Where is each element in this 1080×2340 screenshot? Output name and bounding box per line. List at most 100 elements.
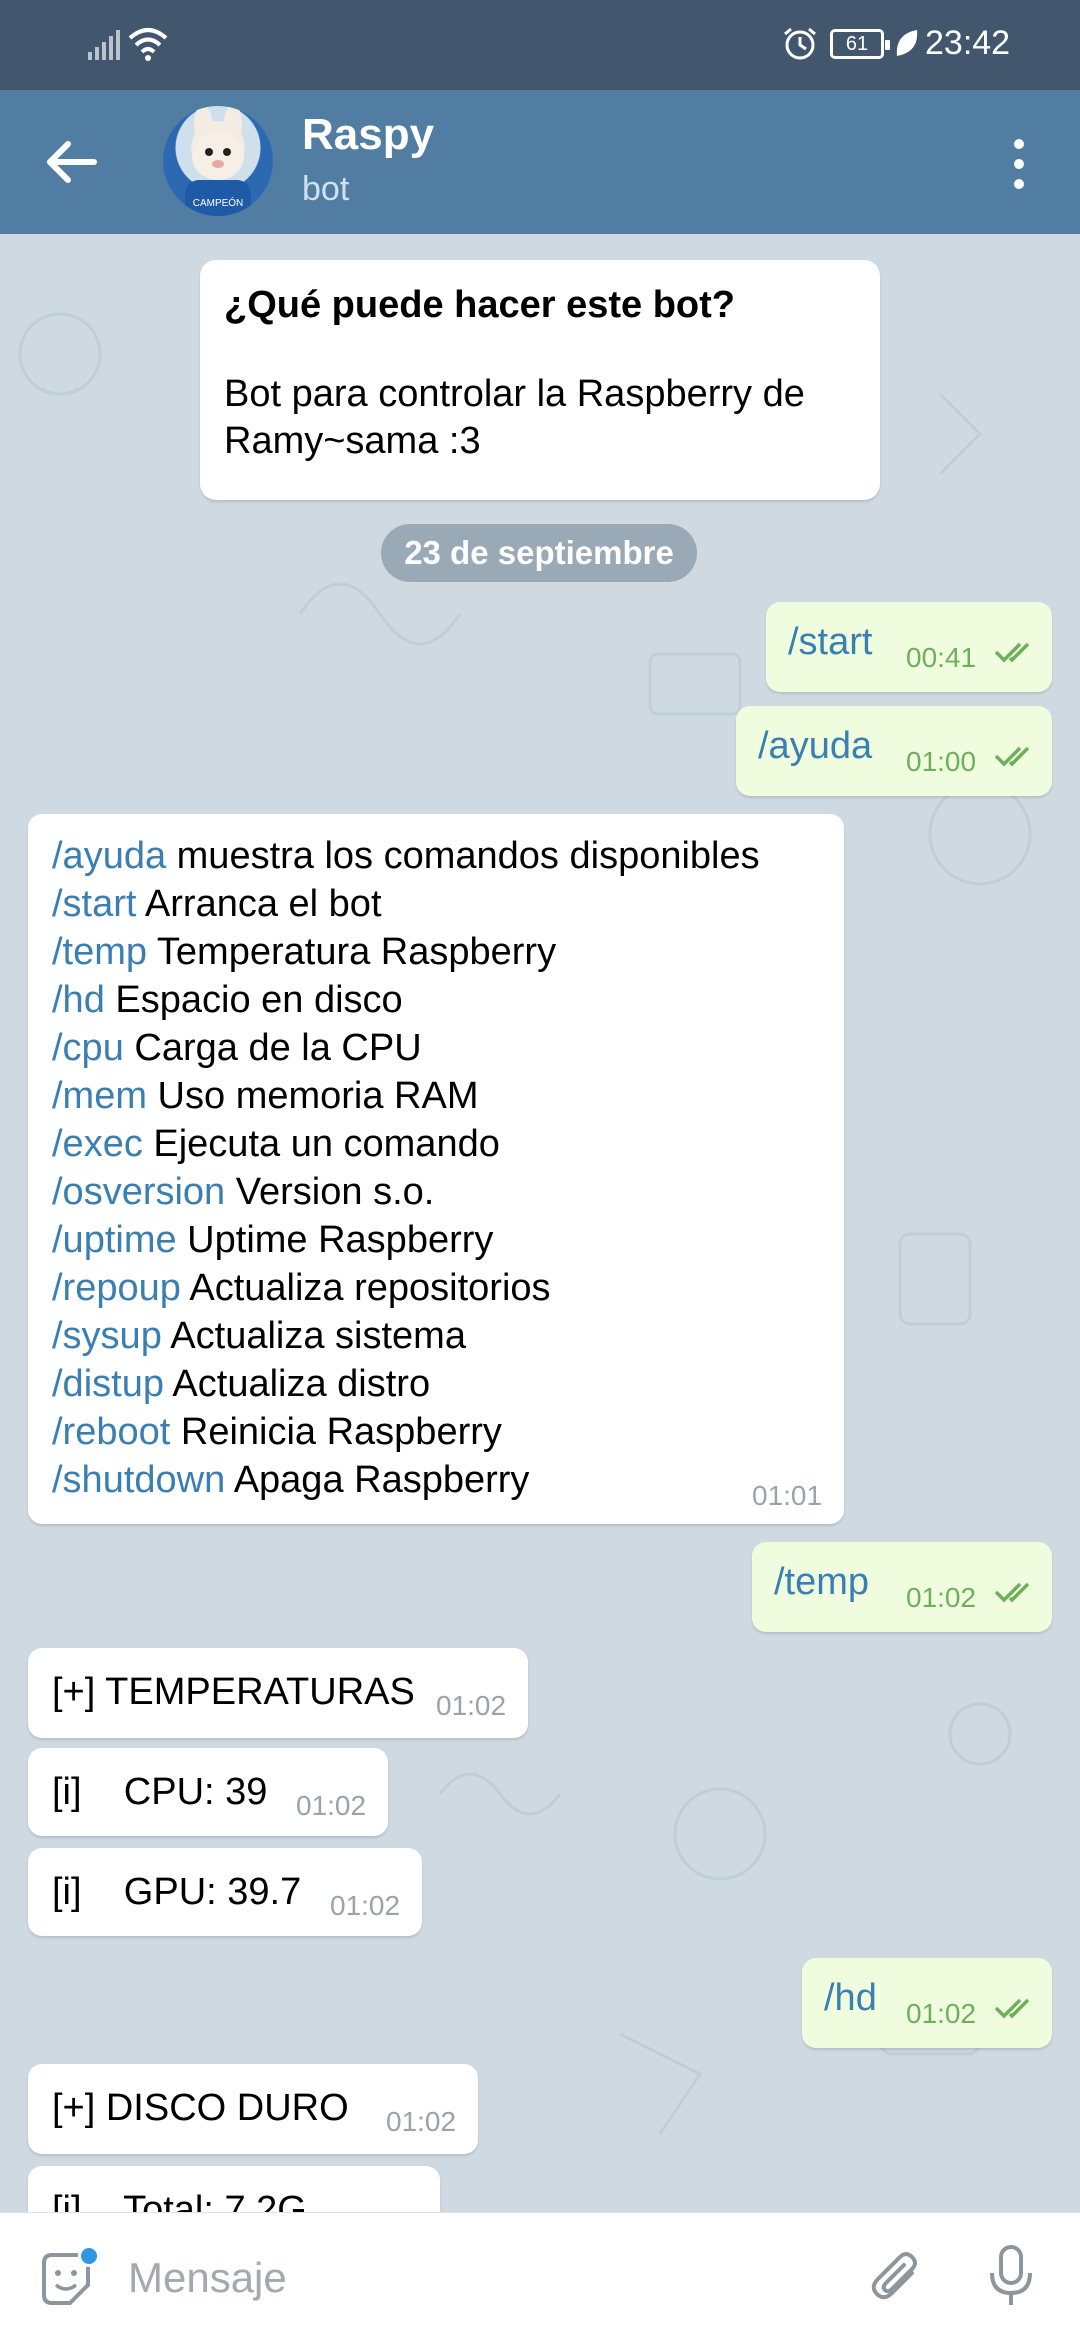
command-description: Actualiza repositorios (180, 1267, 551, 1309)
status-bar: 61 23:42 (0, 0, 1080, 90)
incoming-message-temperaturas[interactable]: [+] TEMPERATURAS 01:02 (28, 1648, 528, 1738)
command-link[interactable]: /osversion (52, 1171, 225, 1213)
chat-title[interactable]: Raspy (302, 110, 434, 160)
command-description: Uso memoria RAM (147, 1075, 479, 1117)
message-text: [i] GPU: 39.7 (52, 1871, 302, 1913)
wifi-icon (128, 28, 168, 61)
bunny-mascot-icon: CAMPEÓN (185, 106, 251, 216)
signal-icon (88, 30, 120, 60)
help-line: /mem Uso memoria RAM (52, 1072, 820, 1120)
message-time: 00:41 (906, 642, 977, 673)
message-time: 01:02 (906, 1998, 977, 2029)
command-description: muestra los comandos disponibles (166, 835, 760, 877)
command-description: Actualiza distro (163, 1363, 431, 1405)
message-text: [i] CPU: 39 (52, 1771, 268, 1813)
message-input-bar (0, 2212, 1080, 2340)
notification-dot (78, 2245, 100, 2267)
command-description: Arranca el bot (136, 883, 382, 925)
date-separator: 23 de septiembre (381, 524, 697, 582)
bot-intro-card: ¿Qué puede hacer este bot? Bot para cont… (200, 260, 880, 500)
help-line: /reboot Reinicia Raspberry (52, 1408, 820, 1456)
message-time: 01:02 (906, 1582, 977, 1613)
double-check-icon (994, 1582, 1030, 1603)
double-check-icon (994, 746, 1030, 767)
command-description: Actualiza sistema (161, 1315, 466, 1357)
avatar[interactable]: CAMPEÓN (163, 106, 273, 216)
command-description: Uptime Raspberry (176, 1219, 494, 1261)
command-link[interactable]: /repoup (52, 1267, 181, 1309)
incoming-message-total[interactable]: [i] Total: 7.2G (28, 2166, 440, 2212)
message-text: [+] DISCO DURO (52, 2087, 349, 2129)
message-input[interactable] (128, 2243, 828, 2313)
incoming-message-cpu[interactable]: [i] CPU: 39 01:02 (28, 1748, 388, 1836)
help-line: /hd Espacio en disco (52, 976, 820, 1024)
back-arrow-icon[interactable] (36, 134, 106, 190)
incoming-message-disco-duro[interactable]: [+] DISCO DURO 01:02 (28, 2064, 478, 2154)
chat-header: CAMPEÓN Raspy bot (0, 90, 1080, 234)
outgoing-message-start[interactable]: /start 00:41 (766, 602, 1052, 692)
double-check-icon (994, 642, 1030, 663)
message-text: [i] Total: 7.2G (52, 2189, 307, 2212)
command-link[interactable]: /temp (52, 931, 147, 973)
message-command-link[interactable]: /start (788, 618, 872, 666)
command-link[interactable]: /mem (52, 1075, 147, 1117)
command-link[interactable]: /sysup (52, 1315, 162, 1357)
status-clock: 23:42 (925, 24, 1011, 62)
command-description: Apaga Raspberry (225, 1459, 530, 1501)
outgoing-message-temp[interactable]: /temp 01:02 (752, 1542, 1052, 1632)
command-link[interactable]: /shutdown (52, 1459, 225, 1501)
message-time: 01:02 (330, 1890, 401, 1921)
command-description: Version s.o. (225, 1171, 435, 1213)
help-line: /uptime Uptime Raspberry (52, 1216, 820, 1264)
intro-title: ¿Qué puede hacer este bot? (224, 284, 735, 326)
command-link[interactable]: /ayuda (52, 835, 166, 877)
help-line: /sysup Actualiza sistema (52, 1312, 820, 1360)
double-check-icon (994, 1998, 1030, 2019)
message-command-link[interactable]: /ayuda (758, 722, 872, 770)
message-command-link[interactable]: /temp (774, 1558, 869, 1606)
command-link[interactable]: /uptime (52, 1219, 177, 1261)
command-description: Carga de la CPU (123, 1027, 422, 1069)
help-line: /shutdown Apaga Raspberry (52, 1456, 820, 1504)
help-line: /osversion Version s.o. (52, 1168, 820, 1216)
outgoing-message-ayuda[interactable]: /ayuda 01:00 (736, 706, 1052, 796)
alarm-icon (784, 27, 816, 60)
outgoing-message-hd[interactable]: /hd 01:02 (802, 1958, 1052, 2048)
message-time: 01:02 (296, 1790, 367, 1821)
help-command-list: /ayuda muestra los comandos disponibles /… (52, 832, 820, 1504)
intro-body: Bot para controlar la Raspberry de Ramy~… (224, 373, 805, 462)
message-time: 01:01 (752, 1480, 823, 1511)
command-link[interactable]: /start (52, 883, 136, 925)
message-command-link[interactable]: /hd (824, 1974, 877, 2022)
message-time: 01:00 (906, 746, 977, 777)
command-link[interactable]: /distup (52, 1363, 164, 1405)
chat-area[interactable]: ¿Qué puede hacer este bot? Bot para cont… (0, 234, 1080, 2212)
command-description: Temperatura Raspberry (147, 931, 557, 973)
help-line: /repoup Actualiza repositorios (52, 1264, 820, 1312)
command-link[interactable]: /hd (52, 979, 105, 1021)
command-link[interactable]: /exec (52, 1123, 143, 1165)
help-line: /start Arranca el bot (52, 880, 820, 928)
battery-saver-leaf-icon (896, 30, 918, 56)
help-line: /temp Temperatura Raspberry (52, 928, 820, 976)
help-line: /ayuda muestra los comandos disponibles (52, 832, 820, 880)
incoming-message-help[interactable]: /ayuda muestra los comandos disponibles /… (28, 814, 844, 1524)
command-description: Espacio en disco (104, 979, 403, 1021)
command-description: Reinicia Raspberry (170, 1411, 502, 1453)
command-link[interactable]: /cpu (52, 1027, 124, 1069)
chat-subtitle: bot (302, 170, 350, 208)
message-text: [+] TEMPERATURAS (52, 1671, 415, 1713)
microphone-icon[interactable] (988, 2245, 1034, 2309)
help-line: /exec Ejecuta un comando (52, 1120, 820, 1168)
message-time: 01:02 (436, 1690, 507, 1721)
help-line: /distup Actualiza distro (52, 1360, 820, 1408)
message-time: 01:02 (386, 2106, 457, 2137)
incoming-message-gpu[interactable]: [i] GPU: 39.7 01:02 (28, 1848, 422, 1936)
command-description: Ejecuta un comando (142, 1123, 500, 1165)
help-line: /cpu Carga de la CPU (52, 1024, 820, 1072)
command-link[interactable]: /reboot (52, 1411, 170, 1453)
more-options-icon[interactable] (1006, 136, 1032, 192)
battery-indicator: 61 (830, 29, 890, 59)
svg-text:CAMPEÓN: CAMPEÓN (193, 196, 244, 209)
paperclip-icon[interactable] (868, 2247, 924, 2307)
